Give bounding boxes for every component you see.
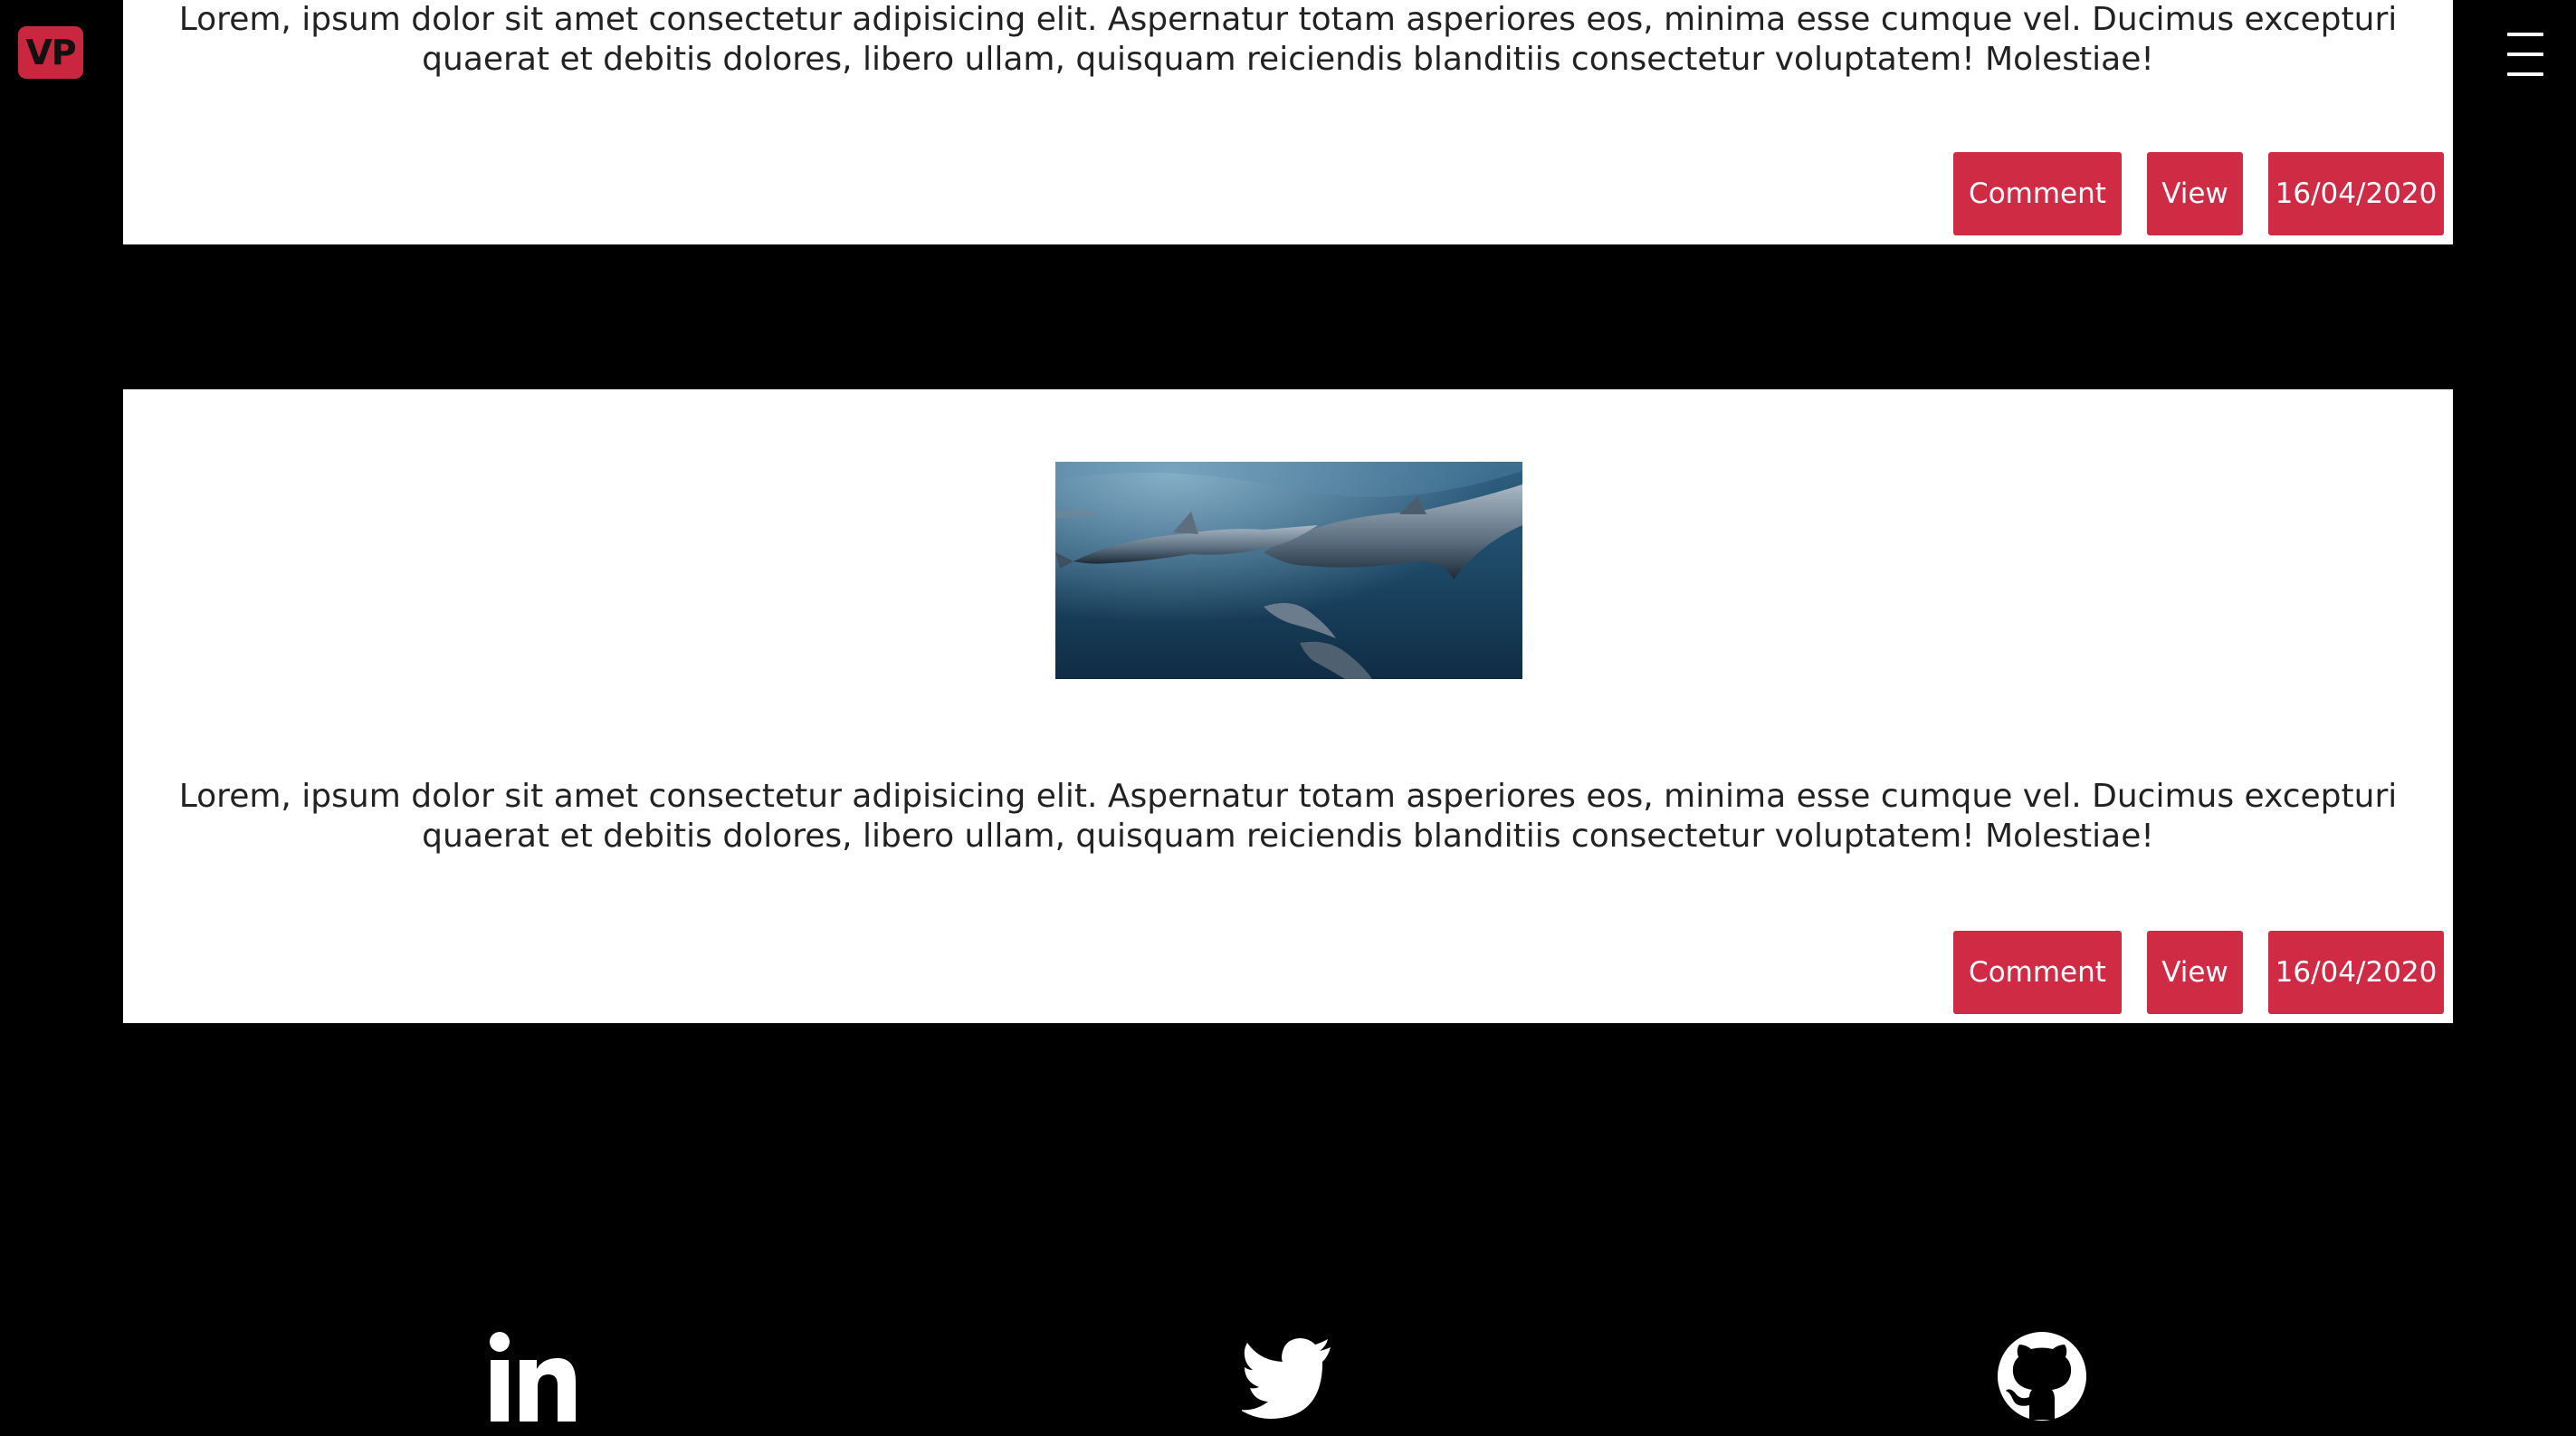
dolphins-image [1055,462,1522,679]
post-text-line: Lorem, ipsum dolor sit amet consectetur … [178,1,2398,38]
post-card: Lorem, ipsum dolor sit amet consectetur … [123,389,2453,1023]
post-text-line: quaerat et debitis dolores, libero ullam… [422,818,2154,855]
hamburger-bar [2507,33,2543,36]
comment-button[interactable]: Comment [1953,931,2122,1014]
comment-button[interactable]: Comment [1953,152,2122,235]
post-text: Lorem, ipsum dolor sit amet consectetur … [123,0,2453,80]
date-button[interactable]: 16/04/2020 [2268,152,2444,235]
post-actions: Comment View 16/04/2020 [1953,931,2444,1014]
view-button[interactable]: View [2147,931,2243,1014]
hamburger-bar [2507,53,2543,56]
hamburger-icon[interactable] [2507,33,2543,76]
date-button[interactable]: 16/04/2020 [2268,931,2444,1014]
linkedin-icon[interactable] [489,1331,579,1422]
post-text-line: quaerat et debitis dolores, libero ullam… [422,41,2154,78]
post-actions: Comment View 16/04/2020 [1953,152,2444,235]
post-card: Lorem, ipsum dolor sit amet consectetur … [123,0,2453,244]
github-icon[interactable] [1997,1331,2087,1422]
view-button[interactable]: View [2147,152,2243,235]
hamburger-bar [2507,72,2543,76]
page: VP Lorem, ipsum dolor sit amet consectet… [0,0,2576,1436]
social-links [0,1331,2576,1436]
twitter-icon[interactable] [1242,1331,1332,1422]
post-text-line: Lorem, ipsum dolor sit amet consectetur … [178,778,2398,815]
post-text: Lorem, ipsum dolor sit amet consectetur … [123,777,2453,857]
post-image [1055,462,1522,679]
logo[interactable]: VP [18,26,83,79]
